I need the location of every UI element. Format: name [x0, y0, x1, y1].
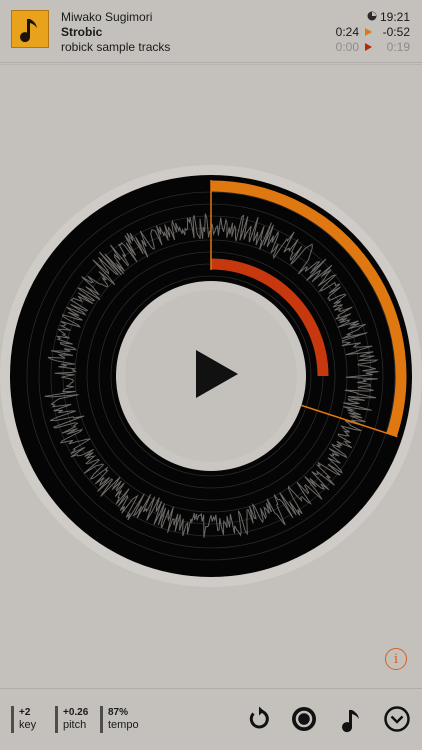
play-marker-icon — [365, 28, 372, 36]
info-icon: i — [393, 651, 399, 667]
key-control[interactable]: +2 key — [11, 706, 36, 733]
music-note-icon — [20, 19, 37, 42]
track-title: Strobic — [61, 25, 103, 39]
track-album: robick sample tracks — [61, 40, 171, 54]
album-cover[interactable] — [11, 10, 49, 48]
turntable-disc[interactable] — [0, 165, 422, 587]
tempo-value: 87% — [108, 707, 129, 718]
loop-button[interactable] — [245, 705, 273, 733]
now-playing-header: Miwako Sugimori Strobic robick sample tr… — [0, 0, 422, 63]
loop-remaining-time: 0:19 — [386, 40, 410, 54]
time-row-inner: 0:00 0:19 — [329, 40, 410, 54]
time-row-outer: 0:24 -0:52 — [329, 25, 410, 39]
tempo-label: tempo — [108, 719, 139, 731]
footer-divider — [0, 688, 422, 689]
track-artist: Miwako Sugimori — [61, 10, 153, 24]
tempo-control[interactable]: 87% tempo — [100, 706, 139, 733]
info-button[interactable]: i — [385, 648, 407, 670]
elapsed-time: 0:24 — [335, 25, 359, 39]
key-label: key — [19, 719, 37, 731]
remaining-time: -0:52 — [382, 25, 410, 39]
disc-icon — [292, 707, 316, 731]
more-button[interactable] — [383, 705, 411, 733]
pitch-control[interactable]: +0.26 pitch — [55, 706, 88, 733]
key-value: +2 — [19, 707, 31, 718]
loop-arrow-icon — [259, 706, 264, 716]
pitch-label: pitch — [63, 719, 87, 731]
loop-elapsed-time: 0:00 — [335, 40, 359, 54]
note-button[interactable] — [337, 705, 365, 733]
clock-icon — [367, 11, 377, 21]
disc-button[interactable] — [290, 705, 318, 733]
loop-marker-icon — [365, 43, 372, 51]
clock-time: 19:21 — [379, 10, 410, 24]
chevron-down-icon — [390, 715, 404, 724]
header-divider — [0, 64, 422, 65]
pitch-value: +0.26 — [63, 707, 89, 718]
music-note-icon — [342, 710, 359, 733]
chevron-circle-icon — [384, 706, 410, 732]
